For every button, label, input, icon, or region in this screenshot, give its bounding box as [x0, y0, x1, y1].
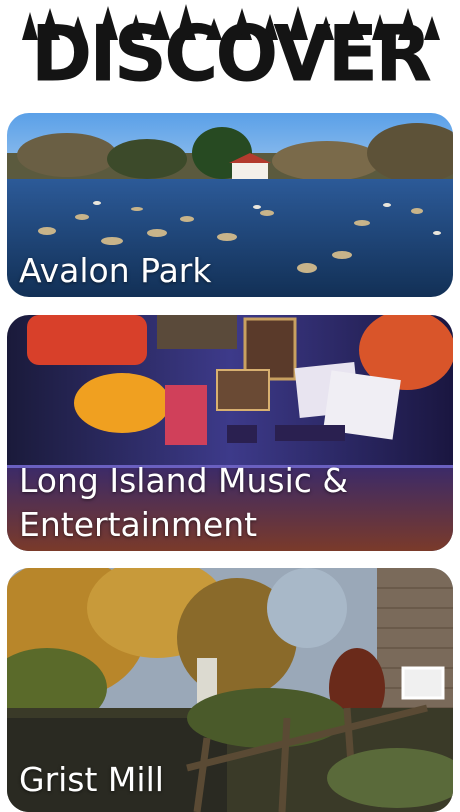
place-label: Grist Mill: [19, 760, 164, 799]
place-card-grist-mill[interactable]: Grist Mill: [7, 568, 453, 812]
place-card-avalon-park[interactable]: Avalon Park: [7, 113, 453, 297]
place-card-long-island-music-entertainment[interactable]: Long Island Music & Entertainment: [7, 315, 453, 551]
discover-header: DISCOVER: [0, 0, 460, 112]
discover-screen: DISCOVER Avalon Park Long Island Music &…: [0, 0, 460, 812]
place-label-line-1: Long Island Music &: [19, 461, 349, 500]
place-label-line-2: Entertainment: [19, 505, 258, 544]
page-title: DISCOVER: [30, 8, 432, 100]
place-label: Avalon Park: [19, 251, 212, 290]
